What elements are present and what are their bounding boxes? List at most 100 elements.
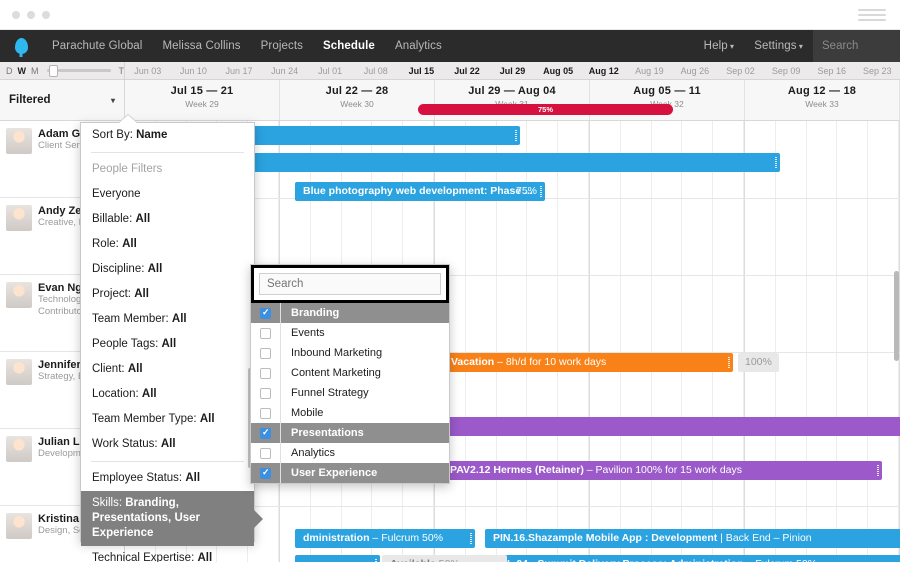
timeline-date[interactable]: Jun 03 bbox=[125, 66, 171, 76]
timeline-date[interactable]: Aug 19 bbox=[627, 66, 673, 76]
timeline-date[interactable]: Jun 17 bbox=[216, 66, 262, 76]
nav-settings[interactable]: Settings bbox=[744, 40, 813, 52]
checkbox-icon[interactable] bbox=[260, 367, 271, 379]
filter-menu-item-discipline[interactable]: Discipline: All bbox=[81, 257, 254, 282]
filter-menu-item-people-tags[interactable]: People Tags: All bbox=[81, 332, 254, 357]
skill-checkbox-cell[interactable] bbox=[251, 323, 281, 343]
filter-menu-item-location[interactable]: Location: All bbox=[81, 382, 254, 407]
skill-option-content-marketing[interactable]: Content Marketing bbox=[251, 363, 449, 383]
bar-resize-handle[interactable] bbox=[775, 157, 777, 168]
skill-option-events[interactable]: Events bbox=[251, 323, 449, 343]
timeline-date[interactable]: Aug 26 bbox=[672, 66, 718, 76]
filter-menu-item-skills[interactable]: Skills: Branding, Presentations, User Ex… bbox=[81, 491, 263, 546]
skill-option-mobile[interactable]: Mobile bbox=[251, 403, 449, 423]
timeline-date[interactable]: Sep 02 bbox=[718, 66, 764, 76]
nav-link-schedule[interactable]: Schedule bbox=[313, 40, 385, 52]
nav-link-analytics[interactable]: Analytics bbox=[385, 40, 452, 52]
timeline-date[interactable]: Jun 24 bbox=[262, 66, 308, 76]
minimize-dot[interactable] bbox=[27, 11, 35, 19]
timeline-date[interactable]: Jul 01 bbox=[307, 66, 353, 76]
schedule-bar[interactable]: 75% Blue photography web development: Pha… bbox=[295, 182, 545, 201]
filter-menu-item-work-status[interactable]: Work Status: All bbox=[81, 432, 254, 457]
nav-link-parachute-global[interactable]: Parachute Global bbox=[42, 40, 152, 52]
nav-link-melissa-collins[interactable]: Melissa Collins bbox=[152, 40, 250, 52]
zoom-slider-knob[interactable] bbox=[48, 65, 58, 77]
schedule-bar[interactable] bbox=[295, 555, 380, 562]
filter-menu-item-sort-by[interactable]: Sort By: Name bbox=[81, 123, 254, 148]
schedule-bar[interactable]: Vacation – 8h/d for 10 work days bbox=[443, 353, 733, 372]
bar-resize-handle[interactable] bbox=[540, 186, 542, 197]
skill-checkbox-cell[interactable] bbox=[251, 403, 281, 423]
checkbox-icon[interactable] bbox=[260, 427, 271, 439]
filter-menu-item-team-member-type[interactable]: Team Member Type: All bbox=[81, 407, 254, 432]
nav-link-projects[interactable]: Projects bbox=[251, 40, 313, 52]
filter-menu-item-role[interactable]: Role: All bbox=[81, 232, 254, 257]
skill-checkbox-cell[interactable] bbox=[251, 343, 281, 363]
avatar bbox=[6, 282, 32, 308]
schedule-bar[interactable]: PAV2.12 Hermes (Retainer) – Pavilion 100… bbox=[442, 461, 882, 480]
avatar bbox=[6, 205, 32, 231]
skill-option-analytics[interactable]: Analytics bbox=[251, 443, 449, 463]
vertical-scrollbar[interactable] bbox=[894, 271, 899, 361]
skill-option-presentations[interactable]: Presentations bbox=[251, 423, 449, 443]
filter-menu-item-technical-expertise[interactable]: Technical Expertise: All bbox=[81, 546, 254, 562]
timeline-date[interactable]: Jul 22 bbox=[444, 66, 490, 76]
skill-option-user-experience[interactable]: User Experience bbox=[251, 463, 449, 483]
timeline-date[interactable]: Jul 15 bbox=[399, 66, 445, 76]
schedule-bar[interactable]: FUL.04 - Summit Delivery Process: Admini… bbox=[485, 555, 900, 562]
filter-menu-item-employee-status[interactable]: Employee Status: All bbox=[81, 466, 254, 491]
app-logo[interactable] bbox=[0, 38, 42, 54]
skill-checkbox-cell[interactable] bbox=[251, 423, 281, 443]
checkbox-icon[interactable] bbox=[260, 327, 271, 339]
filter-menu-item-project[interactable]: Project: All bbox=[81, 282, 254, 307]
skill-checkbox-cell[interactable] bbox=[251, 363, 281, 383]
timeline-date[interactable]: Aug 12 bbox=[581, 66, 627, 76]
skill-checkbox-cell[interactable] bbox=[251, 443, 281, 463]
zoom-day[interactable]: D bbox=[6, 66, 13, 76]
skill-option-inbound-marketing[interactable]: Inbound Marketing bbox=[251, 343, 449, 363]
week-range: Jul 22 — 28 bbox=[325, 85, 389, 97]
filter-menu-item-everyone[interactable]: Everyone bbox=[81, 182, 254, 207]
global-search-input[interactable]: Search bbox=[813, 30, 900, 62]
skill-option-funnel-strategy[interactable]: Funnel Strategy bbox=[251, 383, 449, 403]
zoom-slider[interactable] bbox=[46, 65, 111, 77]
checkbox-icon[interactable] bbox=[260, 447, 271, 459]
timeline-date[interactable]: Aug 05 bbox=[535, 66, 581, 76]
skill-checkbox-cell[interactable] bbox=[251, 463, 281, 483]
filter-menu-item-client[interactable]: Client: All bbox=[81, 357, 254, 382]
zoom-month[interactable]: M bbox=[31, 66, 39, 76]
checkbox-icon[interactable] bbox=[260, 467, 271, 479]
skill-checkbox-cell[interactable] bbox=[251, 383, 281, 403]
bar-resize-handle[interactable] bbox=[877, 465, 879, 476]
schedule-bar[interactable]: dministration – Fulcrum 50% bbox=[295, 529, 475, 548]
nav-help[interactable]: Help bbox=[694, 40, 745, 52]
timeline-date[interactable]: Sep 09 bbox=[763, 66, 809, 76]
bar-resize-handle[interactable] bbox=[728, 357, 730, 368]
zoom-week[interactable]: W bbox=[18, 66, 27, 76]
checkbox-icon[interactable] bbox=[260, 387, 271, 399]
checkbox-icon[interactable] bbox=[260, 407, 271, 419]
filtered-dropdown-button[interactable]: Filtered ▾ bbox=[0, 80, 125, 120]
timeline-date[interactable]: Sep 16 bbox=[809, 66, 855, 76]
checkbox-icon[interactable] bbox=[260, 307, 271, 319]
zoom-total[interactable]: T bbox=[119, 66, 125, 76]
skill-checkbox-cell[interactable] bbox=[251, 303, 281, 323]
maximize-dot[interactable] bbox=[42, 11, 50, 19]
skills-search-input[interactable] bbox=[259, 273, 441, 295]
timeline-date[interactable]: Jun 10 bbox=[171, 66, 217, 76]
close-dot[interactable] bbox=[12, 11, 20, 19]
schedule-bar[interactable]: PIN.16.Shazample Mobile App : Developmen… bbox=[485, 529, 900, 548]
window-controls[interactable] bbox=[12, 11, 50, 19]
filter-menu-item-team-member[interactable]: Team Member: All bbox=[81, 307, 254, 332]
checkbox-icon[interactable] bbox=[260, 347, 271, 359]
skill-option-branding[interactable]: Branding bbox=[251, 303, 449, 323]
hamburger-icon[interactable] bbox=[858, 9, 886, 21]
timeline-date[interactable]: Jul 08 bbox=[353, 66, 399, 76]
bar-resize-handle[interactable] bbox=[470, 533, 472, 544]
availability-bar[interactable]: Available 50% bbox=[382, 555, 507, 562]
timeline-date[interactable]: Sep 23 bbox=[855, 66, 900, 76]
timeline-date[interactable]: Jul 29 bbox=[490, 66, 536, 76]
week-column: Aug 12 — 18 Week 33 bbox=[745, 80, 900, 120]
filter-menu-item-billable[interactable]: Billable: All bbox=[81, 207, 254, 232]
bar-resize-handle[interactable] bbox=[515, 130, 517, 141]
